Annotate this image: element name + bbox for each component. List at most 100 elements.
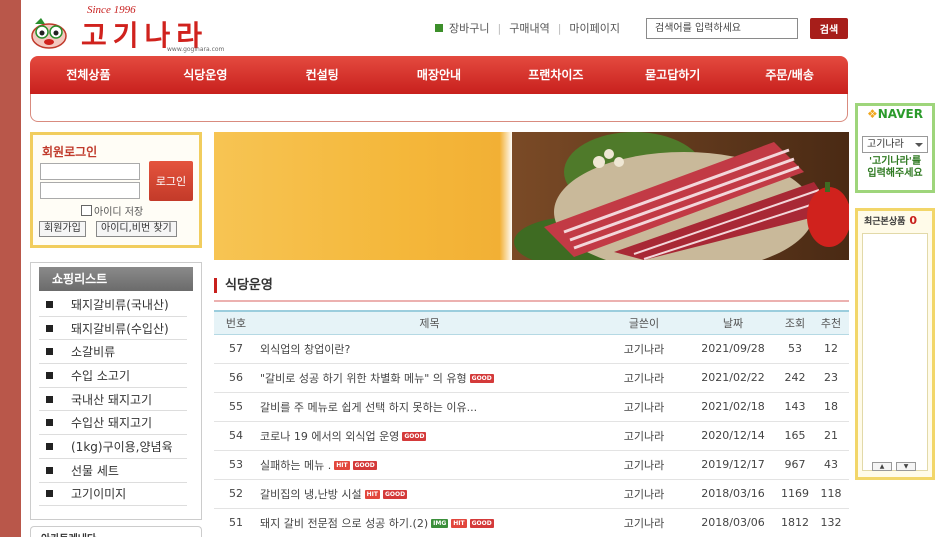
login-button[interactable]: 로그인 bbox=[149, 161, 193, 201]
divider: | bbox=[497, 21, 502, 35]
table-row[interactable]: 54 코로나 19 에서의 외식업 운영 GOOD 고기나라 2020/12/14 165… bbox=[214, 421, 849, 451]
post-number: 54 bbox=[214, 421, 258, 451]
recent-list bbox=[862, 233, 928, 471]
scroll-down-icon[interactable]: ▼ bbox=[896, 462, 916, 471]
post-title-cell[interactable]: 실패하는 메뉴 . HIT GOOD bbox=[258, 450, 599, 480]
col-recommend: 추천 bbox=[813, 310, 849, 335]
hit-badge: HIT bbox=[334, 461, 350, 470]
post-title[interactable]: 돼지 갈비 전문점 으로 성공 하기.(2) bbox=[260, 517, 428, 530]
hero-banner bbox=[214, 132, 849, 260]
chevron-down-icon bbox=[915, 143, 923, 147]
table-row[interactable]: 56 "갈비로 성공 하기 위한 차별화 메뉴" 의 유형 GOOD 고기나라 2021… bbox=[214, 363, 849, 393]
post-date: 2020/12/14 bbox=[689, 421, 777, 451]
search-button[interactable]: 검색 bbox=[810, 18, 848, 39]
nav-franchise[interactable]: 프랜차이즈 bbox=[497, 56, 614, 94]
bullet-icon bbox=[46, 300, 53, 308]
post-date: 2021/02/18 bbox=[689, 392, 777, 422]
list-item-label: 선물 세트 bbox=[71, 463, 119, 478]
post-title-cell[interactable]: 갈비를 주 메뉴로 쉽게 선택 하지 못하는 이유... bbox=[258, 392, 599, 422]
post-title-cell[interactable]: 외식업의 창업이란? bbox=[258, 334, 599, 364]
good-badge: GOOD bbox=[352, 461, 377, 470]
list-item[interactable]: (1kg)구이용,양념육 bbox=[39, 435, 187, 459]
post-recommend: 118 bbox=[813, 479, 849, 509]
post-views: 1812 bbox=[777, 508, 813, 537]
list-item-label: 소갈비류 bbox=[71, 345, 116, 360]
naver-keyword-select[interactable]: 고기나라 bbox=[862, 136, 928, 153]
bullet-icon bbox=[46, 490, 53, 498]
post-recommend: 43 bbox=[813, 450, 849, 480]
mypage-link[interactable]: 마이페이지 bbox=[569, 20, 620, 36]
sub-nav-bar bbox=[30, 94, 848, 122]
good-badge: GOOD bbox=[469, 374, 494, 383]
list-item-label: 돼지갈비류(국내산) bbox=[71, 297, 169, 312]
find-account-button[interactable]: 아이디,비번 찾기 bbox=[96, 221, 177, 237]
post-author: 고기나라 bbox=[599, 479, 689, 509]
list-item-label: 고기이미지 bbox=[71, 487, 127, 502]
post-title-cell[interactable]: 돼지 갈비 전문점 으로 성공 하기.(2) IMG HIT GOOD bbox=[258, 508, 599, 537]
naver-search-box: ❖NAVER 고기나라 '고기나라'를 입력해주세요 bbox=[855, 103, 935, 193]
post-date: 2018/03/06 bbox=[689, 508, 777, 537]
table-row[interactable]: 53 실패하는 메뉴 . HIT GOOD 고기나라 2019/12/17 967 43 bbox=[214, 450, 849, 480]
bullet-icon bbox=[46, 419, 53, 427]
good-badge: GOOD bbox=[402, 432, 427, 441]
post-title[interactable]: 갈비를 주 메뉴로 쉽게 선택 하지 못하는 이유... bbox=[260, 401, 477, 414]
post-title[interactable]: 실패하는 메뉴 . bbox=[260, 459, 331, 472]
post-title-cell[interactable]: 갈비집의 냉,난방 시설 HIT GOOD bbox=[258, 479, 599, 509]
scroll-up-icon[interactable]: ▲ bbox=[872, 462, 892, 471]
search-input[interactable] bbox=[646, 18, 798, 39]
cart-link[interactable]: 장바구니 bbox=[449, 20, 489, 36]
table-row[interactable]: 57 외식업의 창업이란? 고기나라 2021/09/28 53 12 bbox=[214, 334, 849, 364]
userid-field[interactable] bbox=[40, 163, 140, 180]
list-item[interactable]: 소갈비류 bbox=[39, 340, 187, 365]
list-item[interactable]: 수입 소고기 bbox=[39, 364, 187, 388]
list-item[interactable]: 수입산 돼지고기 bbox=[39, 411, 187, 436]
divider: | bbox=[557, 21, 562, 35]
post-title-cell[interactable]: "갈비로 성공 하기 위한 차별화 메뉴" 의 유형 GOOD bbox=[258, 363, 599, 393]
nav-qna[interactable]: 묻고답하기 bbox=[614, 56, 731, 94]
list-item[interactable]: 돼지갈비류(수입산) bbox=[39, 317, 187, 341]
naver-select-value: 고기나라 bbox=[867, 139, 904, 150]
list-item-label: 돼지갈비류(수입산) bbox=[71, 321, 169, 336]
meat-photo bbox=[512, 132, 849, 260]
col-title: 제목 bbox=[258, 310, 599, 335]
site-logo[interactable]: Since 1996 고기나라 www.goginara.com bbox=[29, 4, 249, 54]
post-title[interactable]: 갈비집의 냉,난방 시설 bbox=[260, 488, 362, 501]
col-date: 날짜 bbox=[689, 310, 777, 335]
list-item[interactable]: 선물 세트 bbox=[39, 459, 187, 483]
nav-all-products[interactable]: 전체상품 bbox=[30, 56, 147, 94]
mascot-icon bbox=[31, 18, 67, 49]
post-recommend: 23 bbox=[813, 363, 849, 393]
title-divider bbox=[214, 300, 849, 302]
nav-order-shipping[interactable]: 주문/배송 bbox=[731, 56, 848, 94]
shopping-list: 쇼핑리스트 돼지갈비류(국내산) 돼지갈비류(수입산) 소갈비류 수입 소고기 … bbox=[30, 262, 202, 520]
table-row[interactable]: 51 돼지 갈비 전문점 으로 성공 하기.(2) IMG HIT GOOD 고기나라 20… bbox=[214, 508, 849, 537]
list-item[interactable]: 국내산 돼지고기 bbox=[39, 388, 187, 412]
post-title[interactable]: 코로나 19 에서의 외식업 운영 bbox=[260, 430, 399, 443]
password-field[interactable] bbox=[40, 182, 140, 199]
orders-link[interactable]: 구매내역 bbox=[509, 20, 549, 36]
table-header: 번호 제목 글쓴이 날짜 조회 추천 bbox=[214, 310, 849, 335]
post-title[interactable]: "갈비로 성공 하기 위한 차별화 메뉴" 의 유형 bbox=[260, 372, 467, 385]
list-item[interactable]: 고기이미지 bbox=[39, 483, 187, 507]
post-number: 52 bbox=[214, 479, 258, 509]
post-recommend: 132 bbox=[813, 508, 849, 537]
nav-restaurant[interactable]: 식당운영 bbox=[147, 56, 264, 94]
bullet-icon bbox=[46, 442, 53, 450]
join-button[interactable]: 회원가입 bbox=[39, 221, 86, 237]
nav-stores[interactable]: 매장안내 bbox=[381, 56, 498, 94]
list-item-label: 수입산 돼지고기 bbox=[71, 416, 153, 431]
post-number: 56 bbox=[214, 363, 258, 393]
post-number: 53 bbox=[214, 450, 258, 480]
bullet-icon bbox=[46, 348, 53, 356]
post-date: 2021/09/28 bbox=[689, 334, 777, 364]
post-title[interactable]: 외식업의 창업이란? bbox=[260, 343, 350, 356]
table-row[interactable]: 52 갈비집의 냉,난방 시설 HIT GOOD 고기나라 2018/03/16 1169 1… bbox=[214, 479, 849, 509]
save-id-option[interactable]: 아이디 저장 bbox=[81, 203, 143, 218]
naver-hint: '고기나라'를 입력해주세요 bbox=[867, 156, 923, 179]
post-title-cell[interactable]: 코로나 19 에서의 외식업 운영 GOOD bbox=[258, 421, 599, 451]
nav-consulting[interactable]: 컨설팅 bbox=[264, 56, 381, 94]
post-views: 967 bbox=[777, 450, 813, 480]
table-row[interactable]: 55 갈비를 주 메뉴로 쉽게 선택 하지 못하는 이유... 고기나라 2021/0… bbox=[214, 392, 849, 422]
save-id-checkbox[interactable] bbox=[81, 205, 92, 216]
list-item[interactable]: 돼지갈비류(국내산) bbox=[39, 293, 187, 317]
